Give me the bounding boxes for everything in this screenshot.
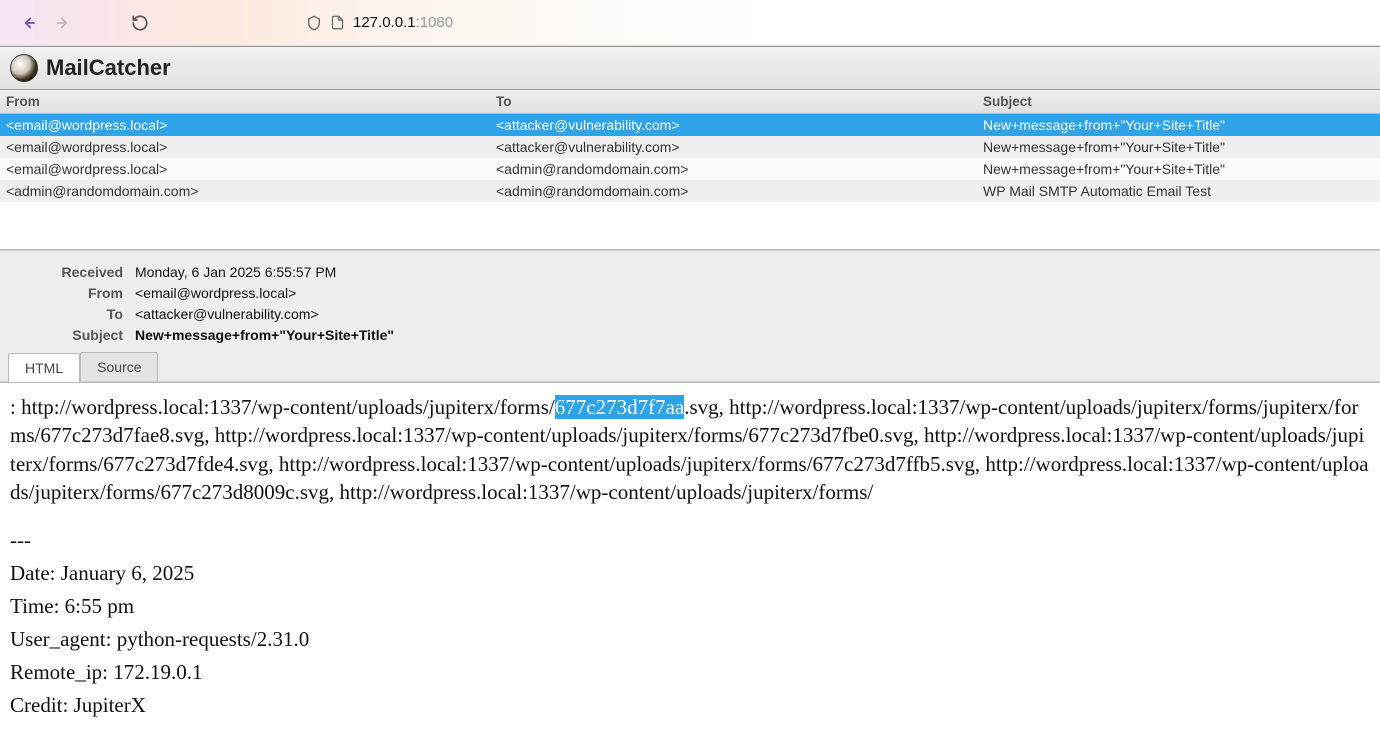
url-port: :1080 [416, 14, 454, 31]
view-tabs: HTML Source [0, 345, 1380, 381]
shield-icon [306, 15, 322, 31]
column-header-to[interactable]: To [490, 90, 977, 114]
body-urls: : http://wordpress.local:1337/wp-content… [10, 393, 1370, 506]
cell-subject: New+message+from+"Your+Site+Title" [977, 114, 1380, 137]
app-title: MailCatcher [46, 55, 171, 81]
cell-subject: New+message+from+"Your+Site+Title" [977, 158, 1380, 180]
app-header: MailCatcher [0, 46, 1380, 90]
meta-label-from: From [0, 285, 135, 301]
tab-source[interactable]: Source [80, 352, 158, 381]
message-body: : http://wordpress.local:1337/wp-content… [0, 382, 1380, 741]
forward-button[interactable] [46, 5, 82, 41]
meta-label-subject: Subject [0, 327, 135, 343]
body-url-prefix: : http://wordpress.local:1337/wp-content… [10, 395, 555, 419]
cell-from: <email@wordpress.local> [0, 136, 490, 158]
table-row[interactable]: <email@wordpress.local><admin@randomdoma… [0, 158, 1380, 180]
cell-subject: New+message+from+"Your+Site+Title" [977, 136, 1380, 158]
url-host: 127.0.0.1 [353, 14, 416, 31]
cell-to: <attacker@vulnerability.com> [490, 114, 977, 137]
cell-from: <email@wordpress.local> [0, 158, 490, 180]
message-detail-meta: Received Monday, 6 Jan 2025 6:55:57 PM F… [0, 250, 1380, 382]
cell-to: <attacker@vulnerability.com> [490, 136, 977, 158]
reload-button[interactable] [122, 5, 158, 41]
cell-to: <admin@randomdomain.com> [490, 158, 977, 180]
cell-to: <admin@randomdomain.com> [490, 180, 977, 202]
body-meta-credit: Credit: JupiterX [10, 691, 1370, 720]
body-url-highlight: 677c273d7f7aa [555, 395, 684, 419]
table-row[interactable]: <email@wordpress.local><attacker@vulnera… [0, 136, 1380, 158]
cell-from: <email@wordpress.local> [0, 114, 490, 137]
body-separator: --- [10, 526, 1370, 554]
table-row[interactable]: <email@wordpress.local><attacker@vulnera… [0, 114, 1380, 137]
column-header-subject[interactable]: Subject [977, 90, 1380, 114]
table-row[interactable]: <admin@randomdomain.com><admin@randomdom… [0, 180, 1380, 202]
meta-value-subject: New+message+from+"Your+Site+Title" [135, 327, 394, 343]
url-bar[interactable]: 127.0.0.1:1080 [298, 7, 1370, 39]
meta-value-from: <email@wordpress.local> [135, 285, 296, 301]
message-table: From To Subject <email@wordpress.local><… [0, 90, 1380, 202]
mailcatcher-logo-icon [10, 54, 38, 82]
body-meta-date: Date: January 6, 2025 [10, 559, 1370, 588]
page-icon [330, 15, 345, 30]
body-meta-ip: Remote_ip: 172.19.0.1 [10, 658, 1370, 687]
arrow-left-icon [19, 14, 37, 32]
browser-toolbar: 127.0.0.1:1080 [0, 0, 1380, 46]
reload-icon [131, 14, 149, 32]
meta-label-received: Received [0, 264, 135, 280]
meta-value-received: Monday, 6 Jan 2025 6:55:57 PM [135, 264, 336, 280]
back-button[interactable] [10, 5, 46, 41]
tab-html[interactable]: HTML [8, 353, 80, 382]
cell-from: <admin@randomdomain.com> [0, 180, 490, 202]
meta-value-to: <attacker@vulnerability.com> [135, 306, 319, 322]
body-meta-ua: User_agent: python-requests/2.31.0 [10, 625, 1370, 654]
cell-subject: WP Mail SMTP Automatic Email Test [977, 180, 1380, 202]
column-header-from[interactable]: From [0, 90, 490, 114]
arrow-right-icon [55, 14, 73, 32]
meta-label-to: To [0, 306, 135, 322]
body-meta-time: Time: 6:55 pm [10, 592, 1370, 621]
message-list: From To Subject <email@wordpress.local><… [0, 90, 1380, 250]
